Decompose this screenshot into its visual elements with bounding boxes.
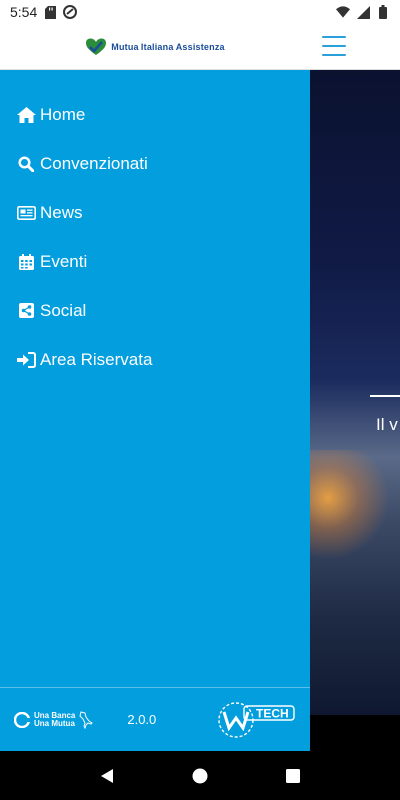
menu-item-area-riservata[interactable]: Area Riservata [0,335,310,384]
recents-icon [286,768,301,783]
drawer-header: Mutua Italiana Assistenza [0,24,310,70]
app-version: 2.0.0 [127,712,157,727]
menu-label-news: News [40,202,83,222]
battery-icon [376,5,390,19]
una-banca-logo-icon [14,711,30,728]
navigation-drawer: Mutua Italiana Assistenza Home Convenzio… [0,24,310,751]
status-time: 5:54 [10,4,38,20]
menu-label-eventi: Eventi [40,251,88,271]
sync-icon [63,5,78,19]
hero-divider [370,395,400,397]
wtech-label: TECH [256,706,289,720]
hero-image: Il v [310,70,400,715]
calendar-icon [16,252,36,272]
status-bar: 5:54 [0,0,400,24]
home-icon [16,105,36,125]
una-banca-logo: Una Banca Una Mutua [14,710,94,729]
back-icon [100,768,113,783]
back-button[interactable] [87,756,127,796]
menu-label-area-riservata: Area Riservata [40,349,153,369]
wifi-icon [336,5,350,19]
recents-button[interactable] [273,756,313,796]
search-icon [16,154,36,174]
app-logo: Mutua Italiana Assistenza [85,38,225,56]
menu-label-convenzionati: Convenzionati [40,153,148,173]
logo-word-3: Assistenza [175,41,225,52]
menu-label-home: Home [40,104,86,124]
home-circle-icon [192,768,208,783]
signal-icon [356,5,370,19]
italy-map-icon [79,710,94,729]
hero-caption: Il v [376,415,398,434]
newspaper-icon [16,203,36,223]
menu-item-news[interactable]: News [0,188,310,237]
menu-label-social: Social [40,300,87,320]
menu-item-convenzionati[interactable]: Convenzionati [0,139,310,188]
logo-word-2: Italiana [140,41,174,52]
logo-word-1: Mutua [111,41,139,52]
menu-item-social[interactable]: Social [0,286,310,335]
footer-logo-line2: Una Mutua [34,718,75,728]
menu-item-home[interactable]: Home [0,90,310,139]
share-icon [16,301,36,321]
wtech-logo: TECH [218,701,295,738]
hamburger-icon[interactable] [322,36,346,56]
system-nav-bar [0,751,400,800]
home-button[interactable] [180,756,220,796]
drawer-footer: Una Banca Una Mutua 2.0.0 TECH [0,687,310,751]
sign-in-icon [16,350,36,370]
sd-card-icon [43,5,57,19]
logo-heart-icon [86,38,107,55]
menu-item-eventi[interactable]: Eventi [0,237,310,286]
drawer-menu: Home Convenzionati News Eventi Social Ar… [0,70,310,384]
